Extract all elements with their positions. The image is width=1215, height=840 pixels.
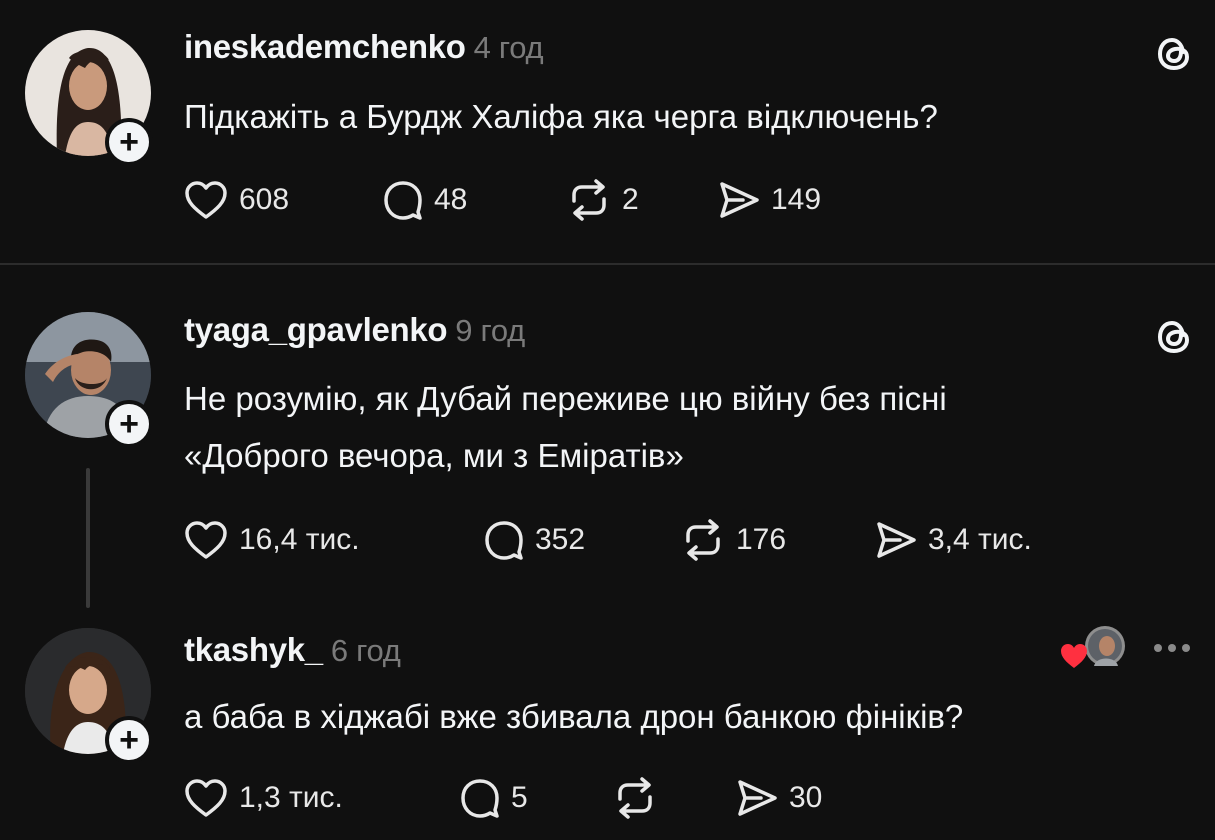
reply-button[interactable]: 5 bbox=[459, 776, 528, 820]
post-text-line: а баба в хіджабі вже збивала дрон банкою… bbox=[184, 698, 964, 735]
speech-bubble-icon bbox=[384, 181, 422, 220]
like-count: 608 bbox=[239, 183, 290, 216]
post-header: tkashyk_ 6 год bbox=[184, 631, 401, 669]
reply-button[interactable]: 48 bbox=[382, 178, 467, 222]
post-time: 4 год bbox=[473, 30, 544, 65]
post-time: 9 год bbox=[455, 313, 525, 348]
post-time: 6 год bbox=[330, 633, 401, 668]
post-header: tyaga_gpavlenko 9 год bbox=[184, 311, 525, 349]
username[interactable]: ineskademchenko bbox=[184, 28, 466, 65]
repost-icon bbox=[572, 179, 606, 221]
threads-feed: + ineskademchenko 4 год Підкажіть а Бурдж… bbox=[0, 0, 1215, 840]
reply-count: 352 bbox=[535, 523, 586, 556]
send-icon bbox=[877, 522, 916, 558]
speech-bubble-icon bbox=[461, 779, 499, 818]
repost-button[interactable]: 2 bbox=[566, 178, 639, 222]
liked-by-author-indicator bbox=[1058, 624, 1128, 674]
share-button[interactable]: 30 bbox=[735, 776, 822, 820]
repost-icon bbox=[686, 519, 720, 561]
share-count: 3,4 тис. bbox=[928, 523, 1032, 556]
username[interactable]: tyaga_gpavlenko bbox=[184, 311, 448, 348]
post-text-line: «Доброго вечора, ми з Еміратів» bbox=[184, 437, 684, 474]
share-button[interactable]: 3,4 тис. bbox=[874, 518, 1032, 562]
threads-logo-icon[interactable] bbox=[1152, 315, 1196, 359]
reply-count: 5 bbox=[511, 781, 528, 814]
heart-icon bbox=[185, 779, 227, 817]
like-button[interactable]: 16,4 тис. bbox=[183, 518, 360, 562]
send-icon bbox=[720, 182, 759, 218]
heart-icon bbox=[185, 521, 227, 559]
post-text: а баба в хіджабі вже збивала дрон банкою… bbox=[184, 688, 963, 745]
repost-count: 2 bbox=[622, 183, 639, 216]
like-count: 16,4 тис. bbox=[239, 523, 360, 556]
post-text: Підкажіть а Бурдж Халіфа яка черга відкл… bbox=[184, 88, 938, 145]
follow-plus-icon[interactable]: + bbox=[105, 400, 153, 448]
heart-icon bbox=[185, 181, 227, 219]
post-header: ineskademchenko 4 год bbox=[184, 28, 544, 66]
like-button[interactable]: 608 bbox=[183, 178, 289, 222]
reply-count: 48 bbox=[434, 183, 468, 216]
follow-plus-icon[interactable]: + bbox=[105, 716, 153, 764]
thread-connector bbox=[86, 468, 90, 608]
speech-bubble-icon bbox=[485, 521, 523, 560]
post-divider bbox=[0, 263, 1215, 265]
repost-button[interactable] bbox=[612, 776, 668, 820]
share-button[interactable]: 149 bbox=[717, 178, 821, 222]
post-text-line: Підкажіть а Бурдж Халіфа яка черга відкл… bbox=[184, 98, 938, 135]
share-count: 30 bbox=[789, 781, 823, 814]
more-dots-icon[interactable] bbox=[1154, 644, 1190, 652]
threads-logo-icon[interactable] bbox=[1152, 32, 1196, 76]
reply-button[interactable]: 352 bbox=[483, 518, 585, 562]
post-text-line: Не розумію, як Дубай переживе цю війну б… bbox=[184, 380, 947, 417]
like-button[interactable]: 1,3 тис. bbox=[183, 776, 343, 820]
send-icon bbox=[738, 780, 777, 816]
username[interactable]: tkashyk_ bbox=[184, 631, 323, 668]
share-count: 149 bbox=[771, 183, 822, 216]
repost-icon bbox=[618, 777, 652, 819]
like-count: 1,3 тис. bbox=[239, 781, 343, 814]
follow-plus-icon[interactable]: + bbox=[105, 118, 153, 166]
post-text: Не розумію, як Дубай переживе цю війну б… bbox=[184, 370, 947, 484]
repost-count: 176 bbox=[736, 523, 787, 556]
heart-icon bbox=[1061, 644, 1087, 668]
repost-button[interactable]: 176 bbox=[680, 518, 786, 562]
